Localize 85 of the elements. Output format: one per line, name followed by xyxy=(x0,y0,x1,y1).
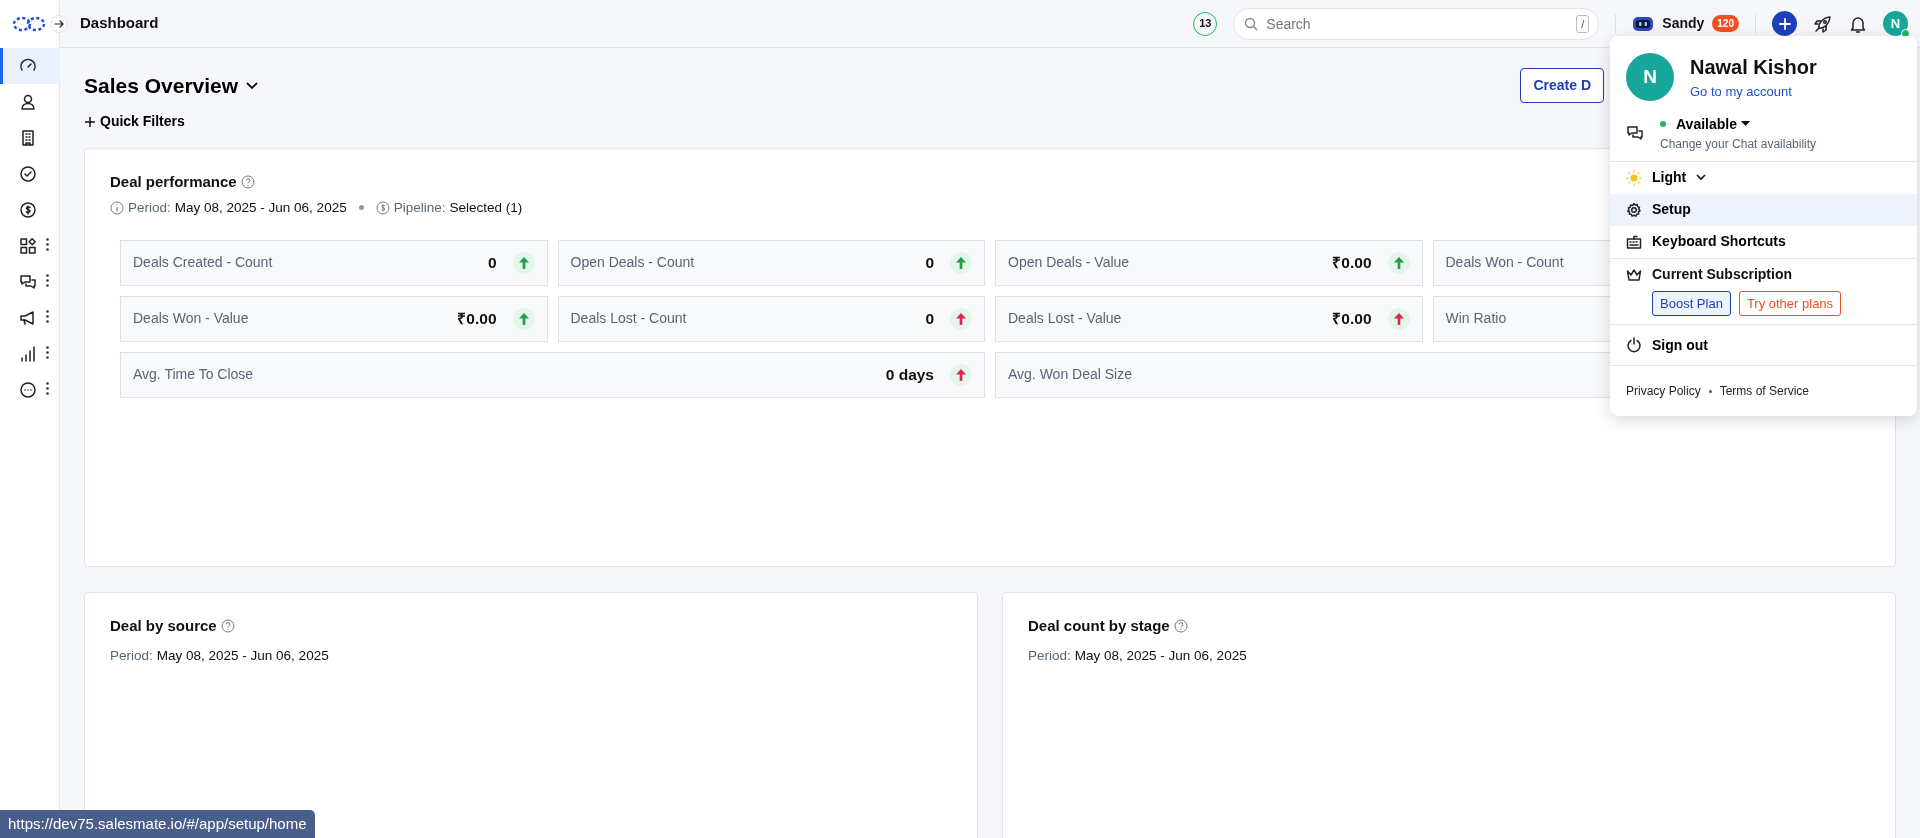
shortcut-key: / xyxy=(1576,14,1590,33)
pipeline-label: Pipeline: xyxy=(393,198,446,217)
metric-label: Avg. Time To Close xyxy=(133,365,254,385)
period-value: May 08, 2025 - Jun 06, 2025 xyxy=(156,646,329,665)
metric-label: Win Ratio xyxy=(1445,309,1507,329)
period-label: Period: xyxy=(110,646,153,665)
card-title: Deal performance xyxy=(110,172,237,192)
power-icon xyxy=(1626,337,1642,353)
metric-value: ₹0.00 xyxy=(457,309,497,330)
robot-icon[interactable] xyxy=(1632,14,1655,33)
create-button[interactable]: Create D xyxy=(1520,68,1604,103)
keyboard-icon xyxy=(1626,233,1642,250)
chat-icon xyxy=(1626,124,1644,142)
metric-value: 0 xyxy=(925,253,934,274)
period-value: May 08, 2025 - Jun 06, 2025 xyxy=(1074,646,1247,665)
period-label: Period: xyxy=(128,198,171,217)
menu-item[interactable]: Keyboard Shortcuts xyxy=(1610,225,1917,258)
bot-name[interactable]: Sandy xyxy=(1662,13,1705,34)
caret-icon xyxy=(1740,121,1750,127)
metric-label: Deals Lost - Value xyxy=(1008,309,1122,329)
page-title: Dashboard xyxy=(80,13,159,34)
metric-label: Deals Lost - Count xyxy=(570,309,687,329)
metric-value: 0 days xyxy=(885,365,934,386)
person-icon xyxy=(19,93,37,111)
add-button[interactable] xyxy=(1772,11,1797,36)
help-icon[interactable] xyxy=(220,619,235,634)
metric-value: 0 xyxy=(487,253,497,274)
help-icon[interactable] xyxy=(1173,619,1188,634)
pipeline-value: Selected (1) xyxy=(449,198,523,217)
chat-icon xyxy=(19,273,37,291)
account-link[interactable]: Go to my account xyxy=(1690,82,1817,102)
chevron-down-icon xyxy=(246,81,259,90)
gear-icon xyxy=(1626,201,1642,218)
kebab-icon[interactable] xyxy=(46,238,49,251)
boost-plan-button[interactable]: Boost Plan xyxy=(1652,290,1731,316)
crown-icon xyxy=(1626,266,1642,283)
kebab-icon[interactable] xyxy=(46,274,49,287)
status-url: https://dev75.salesmate.io/#/app/setup/home xyxy=(0,809,315,838)
bar-chart-icon xyxy=(19,345,37,363)
metric-label: Open Deals - Count xyxy=(570,253,695,273)
footer-link[interactable]: Terms of Service xyxy=(1719,382,1810,400)
metric-value: ₹0.00 xyxy=(1332,309,1372,330)
apps-icon xyxy=(19,237,37,255)
metric-label: Deals Created - Count xyxy=(133,253,273,273)
metric-value: ₹0.00 xyxy=(1332,253,1372,274)
other-plans-button[interactable]: Try other plans xyxy=(1738,290,1842,316)
plus-icon xyxy=(84,115,96,128)
theme-dropdown[interactable]: Light xyxy=(1610,161,1917,194)
help-icon[interactable] xyxy=(240,175,255,190)
building-icon xyxy=(19,129,37,147)
kebab-icon[interactable] xyxy=(46,382,49,395)
metric-label: Avg. Won Deal Size xyxy=(1008,365,1132,385)
availability-dropdown[interactable]: Available xyxy=(1660,113,1750,135)
kebab-icon[interactable] xyxy=(46,346,49,359)
quick-filters-button[interactable]: Quick Filters xyxy=(84,111,185,132)
dashboard-selector[interactable]: Sales Overview xyxy=(84,69,259,102)
metric-value: 0 xyxy=(925,309,934,330)
check-circle-icon xyxy=(19,165,37,183)
logo-icon xyxy=(12,16,46,32)
dollar-circle-icon xyxy=(375,200,390,215)
period-label: Period: xyxy=(1028,646,1071,665)
plus-icon xyxy=(1778,17,1791,30)
metric-label: Open Deals - Value xyxy=(1008,253,1130,273)
megaphone-icon xyxy=(19,309,37,327)
footer-link[interactable]: Privacy Policy xyxy=(1626,382,1701,400)
more-circle-icon xyxy=(19,381,37,399)
rocket-icon[interactable] xyxy=(1813,13,1833,34)
dollar-circle-icon xyxy=(19,201,37,219)
card-title: Deal count by stage xyxy=(1028,616,1170,636)
metric-label: Deals Won - Value xyxy=(133,309,249,329)
kebab-icon[interactable] xyxy=(46,310,49,323)
count-badge: 120 xyxy=(1712,15,1739,32)
metric-label: Deals Won - Count xyxy=(1445,253,1564,273)
search-icon xyxy=(1244,16,1259,31)
user-avatar: N xyxy=(1626,52,1674,101)
subscription-title: Current Subscription xyxy=(1652,265,1792,284)
user-name: Nawal Kishor xyxy=(1690,55,1817,80)
card-title: Deal by source xyxy=(110,616,217,636)
sun-icon xyxy=(1626,169,1642,186)
chevron-down-icon xyxy=(1696,174,1707,181)
period-value: May 08, 2025 - Jun 06, 2025 xyxy=(174,198,347,217)
menu-item[interactable]: Setup xyxy=(1610,193,1917,226)
sign-out-button[interactable]: Sign out xyxy=(1610,329,1917,361)
availability-hint: Change your Chat availability xyxy=(1660,135,1817,153)
info-icon xyxy=(110,200,124,215)
